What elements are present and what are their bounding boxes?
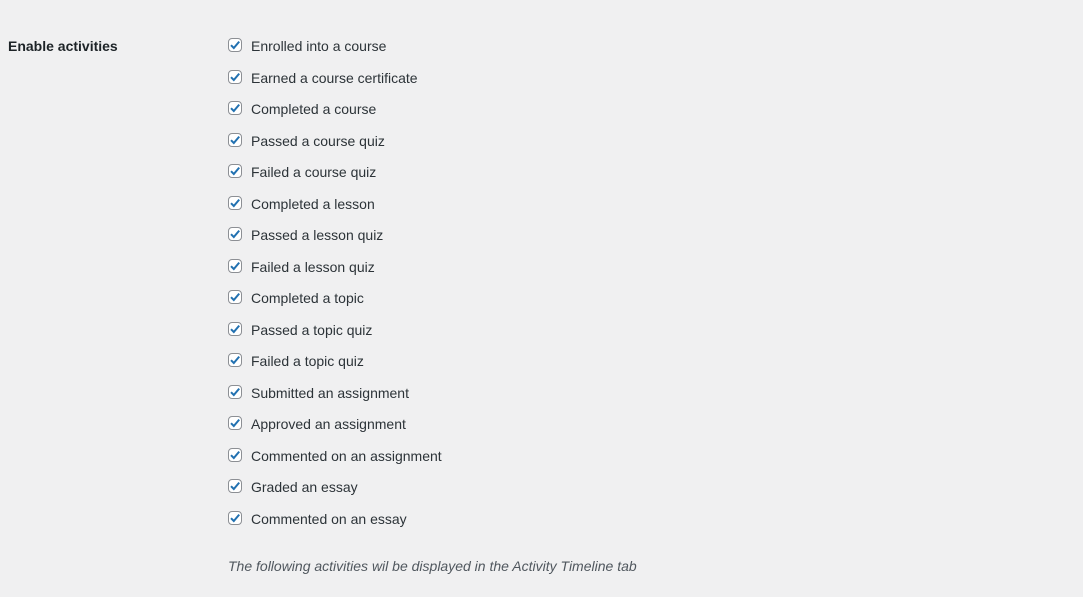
checkmark-icon <box>230 324 240 333</box>
checkmark-icon <box>230 450 240 459</box>
checkmark-icon <box>230 166 240 176</box>
checkbox[interactable] <box>228 195 242 210</box>
activity-label: Submitted an assignment <box>251 384 409 401</box>
activity-checkbox-item[interactable]: Commented on an essay <box>228 510 442 542</box>
activity-checkbox-item[interactable]: Passed a topic quiz <box>228 321 442 353</box>
checkmark-icon <box>230 418 240 428</box>
checkbox[interactable] <box>228 290 242 304</box>
activity-checkbox-item[interactable]: Failed a lesson quiz <box>228 258 442 290</box>
checkbox[interactable] <box>228 510 242 525</box>
checkmark-icon <box>230 198 240 207</box>
activity-checkbox-item[interactable]: Commented on an assignment <box>228 447 442 479</box>
activity-label: Failed a course quiz <box>251 164 377 180</box>
activity-checkbox-item[interactable]: Completed a topic <box>228 289 442 321</box>
activity-label: Commented on an essay <box>251 510 407 527</box>
activity-checkbox-item[interactable]: Earned a course certificate <box>228 69 442 101</box>
activity-label: Passed a topic quiz <box>251 321 373 338</box>
activity-label: Failed a lesson quiz <box>251 258 375 275</box>
activity-checkbox-item[interactable]: Enrolled into a course <box>228 37 442 69</box>
activities-checkbox-list: Enrolled into a course Earned a course c… <box>228 37 442 541</box>
activity-checkbox-item[interactable]: Approved an assignment <box>228 415 442 447</box>
checkmark-icon <box>230 513 240 522</box>
checkbox[interactable] <box>228 227 242 241</box>
checkbox[interactable] <box>228 384 242 399</box>
checkbox[interactable] <box>228 164 242 178</box>
activity-checkbox-item[interactable]: Submitted an assignment <box>228 384 442 416</box>
checkmark-icon <box>230 355 240 365</box>
checkbox[interactable] <box>228 447 242 462</box>
activity-label: Completed a course <box>251 101 377 117</box>
checkbox[interactable] <box>228 258 242 273</box>
checkmark-icon <box>230 387 240 396</box>
activity-label: Passed a course quiz <box>251 132 385 149</box>
activity-label: Approved an assignment <box>251 416 406 432</box>
activity-label: Completed a topic <box>251 290 364 306</box>
checkmark-icon <box>230 135 240 144</box>
activity-checkbox-item[interactable]: Failed a topic quiz <box>228 352 442 384</box>
checkmark-icon <box>230 292 240 302</box>
activity-checkbox-item[interactable]: Completed a lesson <box>228 195 442 227</box>
checkbox[interactable] <box>228 101 242 115</box>
enable-activities-label: Enable activities <box>8 38 118 54</box>
activity-checkbox-item[interactable]: Graded an essay <box>228 478 442 510</box>
activity-label: Enrolled into a course <box>251 38 387 54</box>
checkbox[interactable] <box>228 321 242 336</box>
checkbox[interactable] <box>228 69 242 84</box>
checkmark-icon <box>230 103 240 113</box>
activity-checkbox-item[interactable]: Completed a course <box>228 100 442 132</box>
activities-description: The following activities wil be displaye… <box>228 558 637 574</box>
checkbox[interactable] <box>228 132 242 147</box>
activity-label: Failed a topic quiz <box>251 353 364 369</box>
activity-label: Completed a lesson <box>251 195 375 212</box>
activity-checkbox-item[interactable]: Passed a course quiz <box>228 132 442 164</box>
checkmark-icon <box>230 481 240 491</box>
checkmark-icon <box>230 229 240 239</box>
checkmark-icon <box>230 40 240 50</box>
checkbox[interactable] <box>228 353 242 367</box>
activity-checkbox-item[interactable]: Passed a lesson quiz <box>228 226 442 258</box>
checkbox[interactable] <box>228 479 242 493</box>
activity-label: Graded an essay <box>251 479 358 495</box>
checkbox[interactable] <box>228 38 242 52</box>
checkmark-icon <box>230 72 240 81</box>
activity-label: Earned a course certificate <box>251 69 418 86</box>
activity-label: Commented on an assignment <box>251 447 442 464</box>
activity-checkbox-item[interactable]: Failed a course quiz <box>228 163 442 195</box>
activity-label: Passed a lesson quiz <box>251 227 384 243</box>
checkbox[interactable] <box>228 416 242 430</box>
checkmark-icon <box>230 261 240 270</box>
